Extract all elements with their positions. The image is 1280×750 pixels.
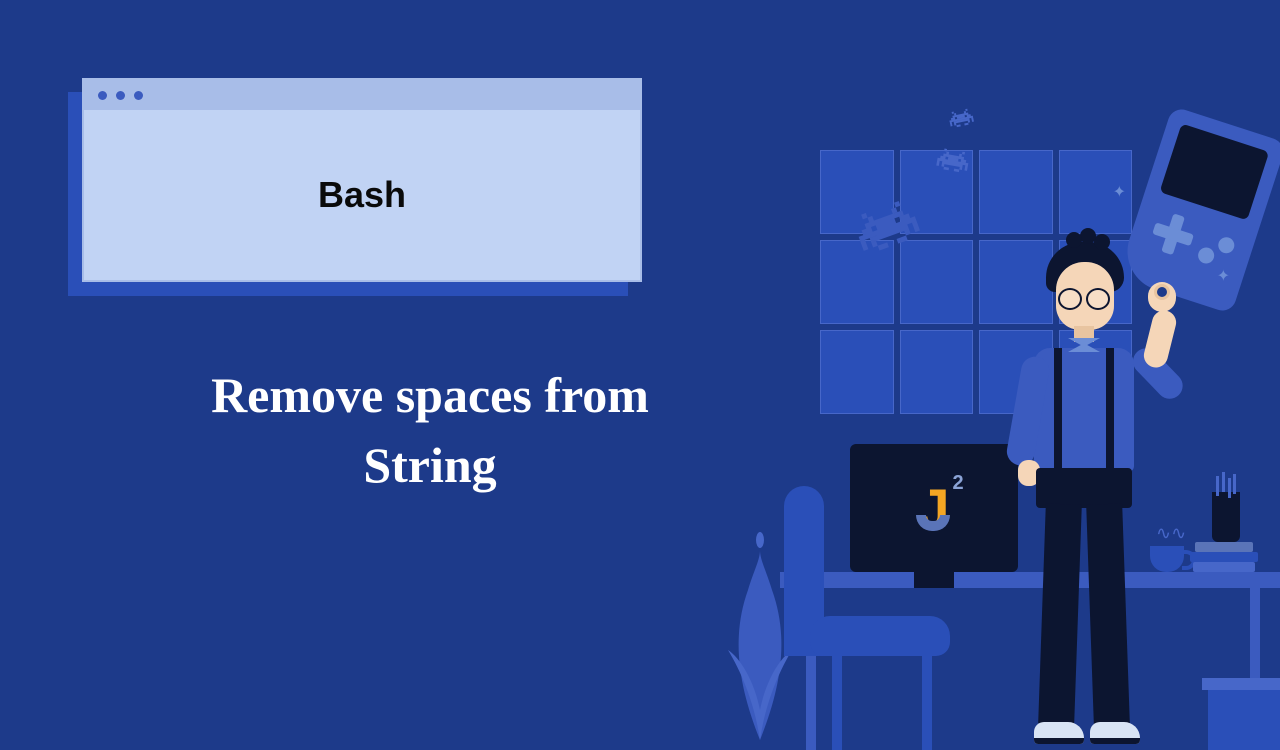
logo-superscript: 2 (952, 472, 963, 495)
pencil-holder (1212, 492, 1240, 542)
suspender (1054, 348, 1062, 472)
person-pants (1036, 468, 1132, 508)
monitor: J 2 (850, 444, 1018, 572)
window-dot (116, 91, 125, 100)
person-leg-right (1086, 503, 1130, 724)
monitor-stand (914, 572, 954, 588)
person-shoe-right (1090, 722, 1140, 744)
chair-leg (832, 656, 842, 750)
window-dot (98, 91, 107, 100)
gameboy-button (1216, 235, 1236, 255)
window-titlebar (84, 80, 640, 110)
browser-window: Bash (82, 78, 642, 282)
person-torso (1034, 348, 1134, 472)
book (1195, 542, 1253, 552)
book (1193, 562, 1255, 572)
space-invader-icon (933, 147, 970, 184)
chair-seat (810, 616, 950, 656)
person-illustration (998, 210, 1178, 750)
books-stack (1190, 542, 1258, 572)
book (1190, 552, 1258, 562)
suspender (1106, 348, 1114, 472)
sparkle-icon: ✦ (1113, 182, 1126, 202)
person-hand-right-ok (1148, 282, 1176, 312)
gameboy-button (1196, 245, 1216, 265)
sparkle-icon: ✦ (1217, 266, 1230, 286)
glasses-icon (1056, 288, 1112, 306)
person-leg-left (1038, 503, 1082, 724)
window-title: Bash (318, 174, 406, 216)
storage-box (1208, 688, 1280, 750)
monitor-logo: J 2 (918, 476, 949, 541)
bowtie-icon (1068, 338, 1100, 352)
person-forearm-right (1141, 308, 1178, 370)
window-dot (134, 91, 143, 100)
chair-leg (922, 656, 932, 750)
person-shoe-left (1034, 722, 1084, 744)
space-invader-icon (948, 108, 977, 137)
window-body: Bash (84, 110, 640, 280)
page-subtitle: Remove spaces from String (140, 360, 720, 500)
illustration-scene: ✦ ✦ J 2 ∿∿ (750, 110, 1280, 750)
gameboy-screen (1159, 124, 1269, 221)
